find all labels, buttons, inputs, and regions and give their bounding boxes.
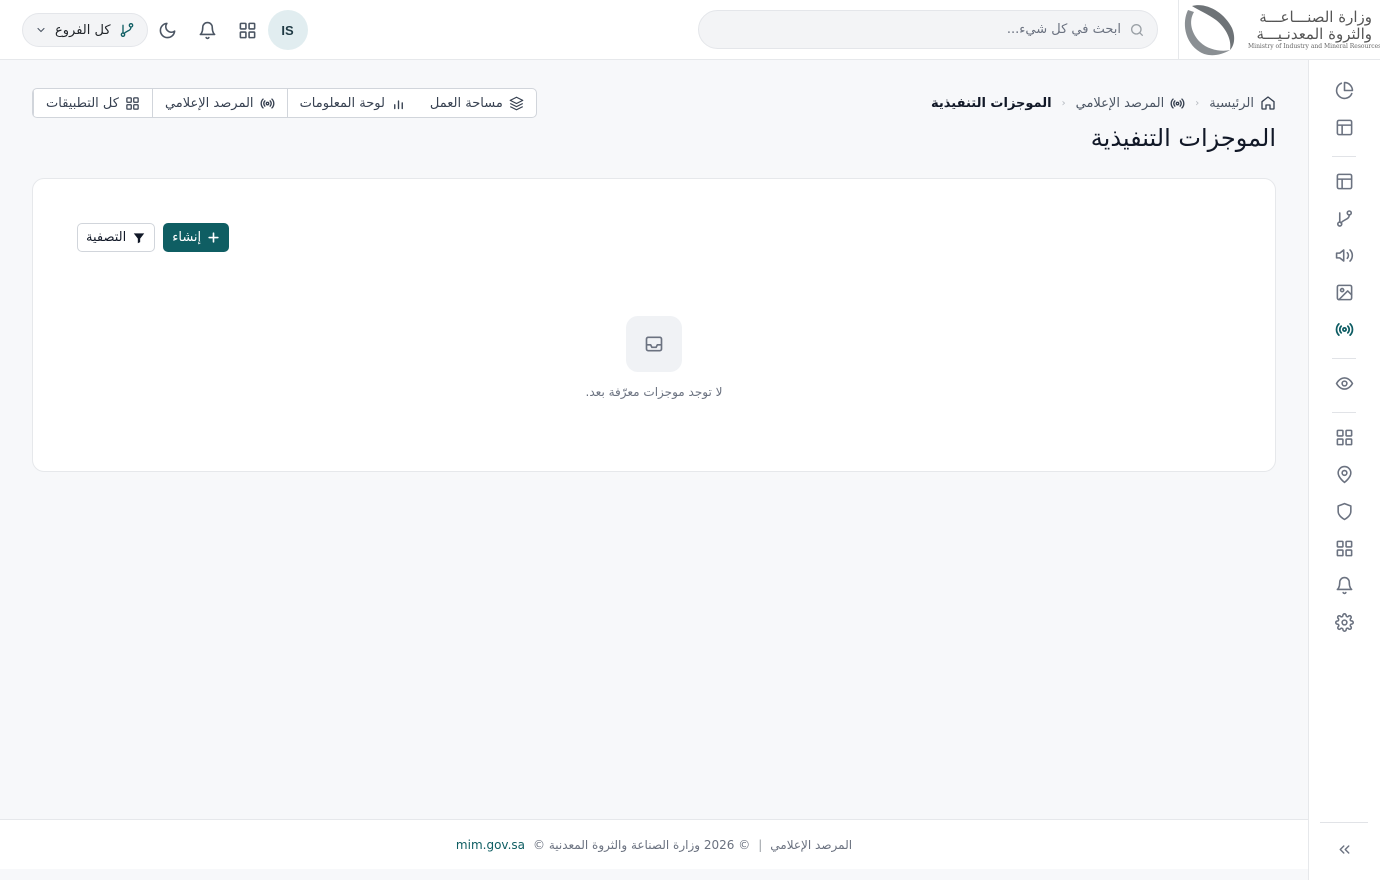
moon-icon bbox=[158, 21, 177, 40]
all-apps-button[interactable]: كل التطبيقات bbox=[33, 89, 152, 117]
sidebar-item-media[interactable] bbox=[1332, 280, 1356, 304]
sidebar-item-layout-2[interactable] bbox=[1332, 169, 1356, 193]
grid-icon bbox=[1335, 428, 1354, 447]
bar-chart-icon bbox=[391, 96, 406, 111]
breadcrumb-parent-label: المرصد الإعلامي bbox=[1075, 95, 1165, 111]
breadcrumb-separator-icon: ‹ bbox=[1195, 97, 1200, 109]
sidebar-item-apps[interactable] bbox=[1332, 425, 1356, 449]
chevrons-left-icon bbox=[1336, 841, 1353, 858]
page-title: الموجزات التنفيذية bbox=[1090, 124, 1276, 152]
bell-icon bbox=[1335, 576, 1354, 595]
sidebar-item-watch[interactable] bbox=[1332, 371, 1356, 395]
radio-broadcast-icon bbox=[1335, 320, 1354, 339]
sidebar-item-media-monitor[interactable] bbox=[1332, 317, 1356, 341]
global-search[interactable] bbox=[698, 10, 1158, 49]
briefs-card: التصفية إنشاء لا توجد موجزات معرّفة بعد. bbox=[32, 178, 1276, 472]
logo-emblem-icon bbox=[1178, 0, 1238, 60]
pie-chart-icon bbox=[1335, 81, 1354, 100]
dashboard-label: لوحة المعلومات bbox=[299, 95, 385, 111]
bell-icon bbox=[198, 21, 217, 40]
user-avatar[interactable]: IS bbox=[267, 10, 308, 50]
all-apps-label: كل التطبيقات bbox=[46, 95, 119, 111]
breadcrumb-current: الموجزات التنفيذية bbox=[931, 95, 1052, 111]
git-branch-icon bbox=[1335, 209, 1354, 228]
radio-broadcast-icon bbox=[260, 96, 275, 111]
page-footer: المرصد الإعلامي | © 2026 وزارة الصناعة و… bbox=[0, 819, 1308, 869]
inbox-icon bbox=[626, 316, 682, 372]
layers-icon bbox=[509, 96, 524, 111]
radio-broadcast-icon bbox=[1170, 96, 1185, 111]
search-icon bbox=[1129, 22, 1145, 38]
map-pin-icon bbox=[1335, 465, 1354, 484]
media-monitor-label: المرصد الإعلامي bbox=[164, 95, 254, 111]
logo-wordmark: وزارة الصنـــاعـــة والثروة المعدنـيـــة… bbox=[1248, 8, 1380, 51]
grid-icon bbox=[238, 21, 257, 40]
sidebar-divider bbox=[1320, 822, 1368, 823]
logo-line-2: والثروة المعدنـيـــة bbox=[1256, 25, 1373, 43]
logo-line-1: وزارة الصنـــاعـــة bbox=[1259, 8, 1372, 26]
image-icon bbox=[1335, 283, 1354, 302]
chevron-down-icon bbox=[35, 24, 47, 36]
megaphone-icon bbox=[1335, 246, 1354, 265]
notifications-button[interactable] bbox=[188, 10, 228, 50]
empty-state-message: لا توجد موجزات معرّفة بعد. bbox=[585, 385, 723, 399]
sidebar-divider bbox=[1332, 412, 1356, 413]
sidebar-divider bbox=[1332, 156, 1356, 157]
logo-line-3: Ministry of Industry and Mineral Resourc… bbox=[1248, 43, 1380, 50]
card-actions: التصفية إنشاء bbox=[77, 223, 230, 252]
dashboard-button[interactable]: لوحة المعلومات bbox=[286, 89, 418, 117]
gear-icon bbox=[1334, 612, 1354, 632]
shield-icon bbox=[1335, 502, 1354, 521]
sidebar-item-locations[interactable] bbox=[1332, 462, 1356, 486]
side-navigation bbox=[1308, 60, 1380, 880]
sidebar-item-settings[interactable] bbox=[1332, 610, 1356, 634]
sidebar-item-alerts[interactable] bbox=[1332, 573, 1356, 597]
sidebar-item-security[interactable] bbox=[1332, 499, 1356, 523]
breadcrumb: الرئيسية ‹ المرصد الإعلامي ‹ الموجزات ال… bbox=[931, 92, 1276, 114]
breadcrumb-home-label: الرئيسية bbox=[1209, 95, 1254, 111]
ministry-logo[interactable]: وزارة الصنـــاعـــة والثروة المعدنـيـــة… bbox=[1164, 0, 1380, 60]
sidebar-item-layout[interactable] bbox=[1332, 115, 1356, 139]
footer-copyright: © 2026 وزارة الصناعة والثروة المعدنية © bbox=[533, 837, 751, 852]
eye-icon bbox=[1335, 374, 1354, 393]
workspace-button[interactable]: مساحة العمل bbox=[418, 89, 536, 117]
quick-nav-toolbar: كل التطبيقات المرصد الإعلامي لوحة المعلو… bbox=[32, 88, 537, 118]
sidebar-item-apps-2[interactable] bbox=[1332, 536, 1356, 560]
layout-icon bbox=[1335, 172, 1354, 191]
footer-separator: | bbox=[758, 837, 763, 852]
sidebar-collapse-button[interactable] bbox=[1332, 837, 1356, 861]
plus-icon bbox=[207, 231, 220, 244]
breadcrumb-home[interactable]: الرئيسية bbox=[1209, 95, 1276, 111]
filter-icon bbox=[132, 231, 146, 245]
breadcrumb-media-monitor[interactable]: المرصد الإعلامي bbox=[1076, 96, 1186, 111]
sidebar-item-branches[interactable] bbox=[1332, 206, 1356, 230]
workspace-label: مساحة العمل bbox=[429, 95, 503, 111]
search-input[interactable] bbox=[711, 11, 1129, 48]
home-icon bbox=[1260, 95, 1276, 111]
breadcrumb-separator-icon: ‹ bbox=[1061, 97, 1066, 109]
footer-app-name: المرصد الإعلامي bbox=[770, 837, 853, 852]
git-branch-icon bbox=[119, 22, 135, 38]
sidebar-item-analytics[interactable] bbox=[1332, 78, 1356, 102]
grid-icon bbox=[125, 96, 140, 111]
branch-selector[interactable]: كل الفروع bbox=[22, 13, 148, 47]
create-label: إنشاء bbox=[172, 230, 202, 245]
header-actions: كل الفروع IS bbox=[16, 10, 308, 50]
filter-label: التصفية bbox=[86, 230, 127, 245]
create-button[interactable]: إنشاء bbox=[163, 223, 230, 252]
grid-icon bbox=[1335, 539, 1354, 558]
sidebar-divider bbox=[1332, 358, 1356, 359]
layout-icon bbox=[1335, 118, 1354, 137]
filter-button[interactable]: التصفية bbox=[77, 223, 156, 252]
sidebar-item-campaigns[interactable] bbox=[1332, 243, 1356, 267]
apps-menu-button[interactable] bbox=[228, 10, 268, 50]
top-header: وزارة الصنـــاعـــة والثروة المعدنـيـــة… bbox=[0, 0, 1380, 60]
footer-website-link[interactable]: mim.gov.sa bbox=[456, 838, 525, 852]
theme-toggle-button[interactable] bbox=[148, 10, 188, 50]
branch-selector-label: كل الفروع bbox=[55, 22, 111, 38]
media-monitor-button[interactable]: المرصد الإعلامي bbox=[151, 89, 287, 117]
